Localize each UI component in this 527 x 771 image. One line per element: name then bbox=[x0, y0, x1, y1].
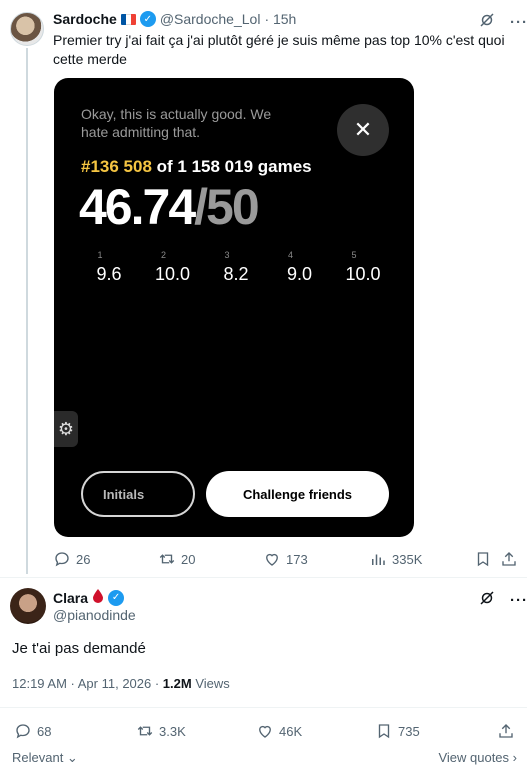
round-score: 1 9.6 bbox=[81, 250, 137, 285]
tweet-time[interactable]: · 15h bbox=[264, 11, 296, 27]
round-index: 4 bbox=[287, 250, 293, 260]
round-score: 4 9.0 bbox=[272, 250, 328, 285]
close-button[interactable]: ✕ bbox=[337, 104, 389, 156]
bookmark-button[interactable] bbox=[474, 550, 492, 568]
round-index: 1 bbox=[97, 250, 103, 260]
like-icon bbox=[266, 553, 278, 566]
bookmark-count: 735 bbox=[398, 723, 420, 739]
reply-count: 26 bbox=[76, 551, 91, 567]
round-score: 3 8.2 bbox=[208, 250, 264, 285]
close-icon: ✕ bbox=[353, 117, 373, 142]
tweet-actions: 68 3.3K 46K 735 bbox=[0, 721, 527, 741]
tweet-timestamp[interactable]: 12:19 AM · Apr 11, 2026 · bbox=[12, 676, 163, 691]
like-count: 46K bbox=[279, 723, 303, 739]
tweet-header: Clara ✓ bbox=[53, 589, 125, 606]
author-name[interactable]: Clara bbox=[53, 590, 88, 606]
author-name[interactable]: Sardoche bbox=[53, 11, 117, 27]
round-index: 3 bbox=[224, 250, 230, 260]
bookmark-button[interactable]: 735 bbox=[375, 722, 420, 740]
gear-icon: ⚙ bbox=[57, 418, 75, 439]
round-value: 10.0 bbox=[345, 264, 381, 284]
tweet-top-actions: ··· bbox=[478, 589, 527, 611]
tweet-text: Je t'ai pas demandé bbox=[12, 640, 146, 657]
france-flag-icon bbox=[120, 13, 136, 25]
tweet-actions: 26 20 173 335K bbox=[0, 549, 527, 569]
like-count: 173 bbox=[286, 551, 308, 567]
share-icon bbox=[499, 724, 513, 738]
views-icon bbox=[372, 554, 385, 565]
drop-icon bbox=[92, 589, 104, 606]
round-scores: 1 9.6 2 10.0 3 8.2 4 9.0 5 10.0 bbox=[81, 250, 391, 285]
like-icon bbox=[259, 725, 271, 738]
retweet-count: 3.3K bbox=[159, 723, 186, 739]
challenge-friends-button[interactable]: Challenge friends bbox=[206, 471, 389, 517]
views-count: 1.2M bbox=[162, 676, 192, 691]
chevron-right-icon: › bbox=[509, 750, 517, 765]
author-handle[interactable]: @Sardoche_Lol bbox=[160, 11, 261, 27]
reply-icon bbox=[55, 552, 69, 567]
avatar[interactable] bbox=[10, 12, 44, 46]
round-index: 5 bbox=[351, 250, 357, 260]
round-value: 10.0 bbox=[154, 264, 191, 284]
grok-icon[interactable] bbox=[478, 11, 496, 33]
retweet-count: 20 bbox=[181, 551, 196, 567]
author-handle[interactable]: @pianodinde bbox=[53, 607, 136, 623]
round-index: 2 bbox=[160, 250, 166, 260]
share-icon bbox=[502, 552, 516, 566]
more-icon[interactable]: ··· bbox=[510, 592, 527, 609]
game-result-card: Okay, this is actually good. We hate adm… bbox=[54, 78, 414, 537]
views-label: Views bbox=[191, 676, 230, 691]
settings-button[interactable]: ⚙ bbox=[54, 411, 78, 447]
retweet-button[interactable]: 3.3K bbox=[136, 722, 186, 740]
round-score: 5 10.0 bbox=[335, 250, 391, 285]
verified-icon: ✓ bbox=[139, 11, 156, 27]
retweet-icon bbox=[137, 726, 153, 736]
share-button[interactable] bbox=[497, 722, 515, 740]
thread-line bbox=[26, 48, 28, 574]
verified-icon: ✓ bbox=[108, 589, 125, 606]
round-score: 2 10.0 bbox=[145, 250, 201, 285]
reply-footer: Relevant ⌄ View quotes › bbox=[12, 750, 517, 766]
round-value: 9.0 bbox=[286, 264, 313, 284]
view-quotes-link[interactable]: View quotes › bbox=[438, 750, 517, 766]
sort-label: Relevant bbox=[12, 750, 64, 765]
reply-icon bbox=[16, 724, 30, 739]
retweet-icon bbox=[159, 554, 175, 564]
score-value: 46.74 bbox=[79, 179, 196, 235]
avatar[interactable] bbox=[10, 588, 46, 624]
reply-button[interactable]: 26 bbox=[53, 550, 90, 568]
tweet-header: Sardoche ✓ @Sardoche_Lol · 15h bbox=[53, 11, 296, 27]
total-score: 46.74/50 bbox=[79, 178, 260, 236]
reply-count: 68 bbox=[37, 723, 52, 739]
divider bbox=[0, 707, 527, 708]
rank-suffix: of 1 158 019 games bbox=[151, 157, 312, 176]
tweet-text: Premier try j'ai fait ça j'ai plutôt gér… bbox=[53, 32, 505, 67]
sort-dropdown[interactable]: Relevant ⌄ bbox=[12, 750, 78, 766]
result-message: Okay, this is actually good. We hate adm… bbox=[81, 106, 272, 140]
view-quotes-label: View quotes bbox=[438, 750, 510, 765]
grok-icon[interactable] bbox=[478, 589, 496, 611]
initials-input[interactable]: Initials bbox=[81, 471, 195, 517]
rank-number: #136 508 bbox=[81, 157, 152, 176]
like-button[interactable]: 173 bbox=[263, 550, 308, 568]
round-value: 9.6 bbox=[96, 264, 122, 284]
tweet-top-actions: ··· bbox=[478, 11, 527, 33]
round-value: 8.2 bbox=[223, 264, 249, 284]
divider bbox=[0, 577, 527, 578]
score-max: /50 bbox=[194, 179, 260, 235]
bookmark-icon bbox=[378, 724, 390, 739]
more-icon[interactable]: ··· bbox=[510, 14, 527, 31]
share-button[interactable] bbox=[500, 550, 518, 568]
view-count: 335K bbox=[392, 551, 423, 567]
retweet-button[interactable]: 20 bbox=[158, 550, 195, 568]
chevron-down-icon: ⌄ bbox=[63, 750, 78, 765]
tweet-meta: 12:19 AM · Apr 11, 2026 · 1.2M Views bbox=[12, 676, 230, 691]
bookmark-icon bbox=[477, 552, 489, 567]
reply-button[interactable]: 68 bbox=[14, 722, 51, 740]
rank-line: #136 508 of 1 158 019 games bbox=[81, 157, 312, 177]
like-button[interactable]: 46K bbox=[256, 722, 302, 740]
views-button[interactable]: 335K bbox=[369, 550, 422, 568]
